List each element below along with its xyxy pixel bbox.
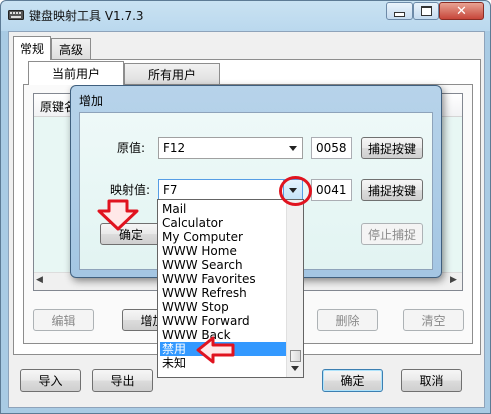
tab-general[interactable]: 常规: [13, 36, 51, 60]
dropdown-item[interactable]: WWW Search: [160, 258, 290, 272]
export-button[interactable]: 导出: [92, 369, 153, 392]
maximize-icon: [420, 6, 432, 16]
capture-key-button-1[interactable]: 捕捉按键: [361, 137, 423, 159]
highlight-circle: [279, 176, 312, 206]
keyboard-icon: [8, 10, 24, 20]
dropdown-item[interactable]: WWW Favorites: [160, 272, 290, 286]
maximize-button[interactable]: [413, 2, 439, 20]
mapped-code-field[interactable]: 0041: [311, 179, 352, 201]
delete-button[interactable]: 删除: [317, 309, 378, 331]
arrow-left-icon: [196, 336, 235, 364]
close-icon: ✕: [456, 3, 467, 19]
tab-current-user[interactable]: 当前用户: [28, 61, 124, 85]
arrow-down-icon: [97, 199, 139, 231]
ok-button[interactable]: 确定: [322, 369, 383, 392]
tab-all-users[interactable]: 所有用户: [124, 63, 220, 85]
clear-button[interactable]: 清空: [403, 309, 464, 331]
original-value-label: 原值:: [117, 141, 146, 155]
edit-button[interactable]: 编辑: [33, 309, 94, 331]
dialog-title: 增加: [79, 94, 104, 108]
dropdown-item[interactable]: WWW Stop: [160, 300, 290, 314]
close-button[interactable]: ✕: [439, 2, 484, 20]
window-title: 键盘映射工具 V1.7.3: [29, 9, 144, 23]
capture-key-button-2[interactable]: 捕捉按键: [361, 179, 423, 201]
dropdown-item[interactable]: Calculator: [160, 216, 290, 230]
minimize-button[interactable]: [386, 2, 413, 20]
dropdown-item[interactable]: WWW Refresh: [160, 286, 290, 300]
scroll-left-icon[interactable]: ◀: [36, 275, 43, 285]
dropdown-item[interactable]: WWW Forward: [160, 314, 290, 328]
scroll-down-icon[interactable]: [291, 366, 299, 371]
original-code-field[interactable]: 0058: [311, 137, 352, 159]
dropdown-item[interactable]: Mail: [160, 202, 290, 216]
original-value-text: F12: [163, 141, 186, 155]
minimize-icon: [394, 11, 405, 17]
original-value-select[interactable]: F12: [158, 137, 303, 159]
scroll-right-icon[interactable]: ▶: [450, 275, 457, 285]
scroll-thumb[interactable]: [290, 350, 301, 362]
mapped-value-text: F7: [163, 183, 178, 197]
chevron-down-icon[interactable]: [289, 146, 297, 151]
mapped-value-label: 映射值:: [110, 183, 151, 197]
tab-advanced[interactable]: 高级: [51, 38, 91, 60]
dropdown-scrollbar[interactable]: [286, 200, 303, 377]
stop-capture-button[interactable]: 停止捕捉: [361, 223, 423, 245]
title-bar[interactable]: 键盘映射工具 V1.7.3 ✕: [1, 1, 491, 29]
import-button[interactable]: 导入: [20, 369, 81, 392]
dropdown-item[interactable]: WWW Home: [160, 244, 290, 258]
dropdown-item[interactable]: My Computer: [160, 230, 290, 244]
cancel-button[interactable]: 取消: [401, 369, 462, 392]
